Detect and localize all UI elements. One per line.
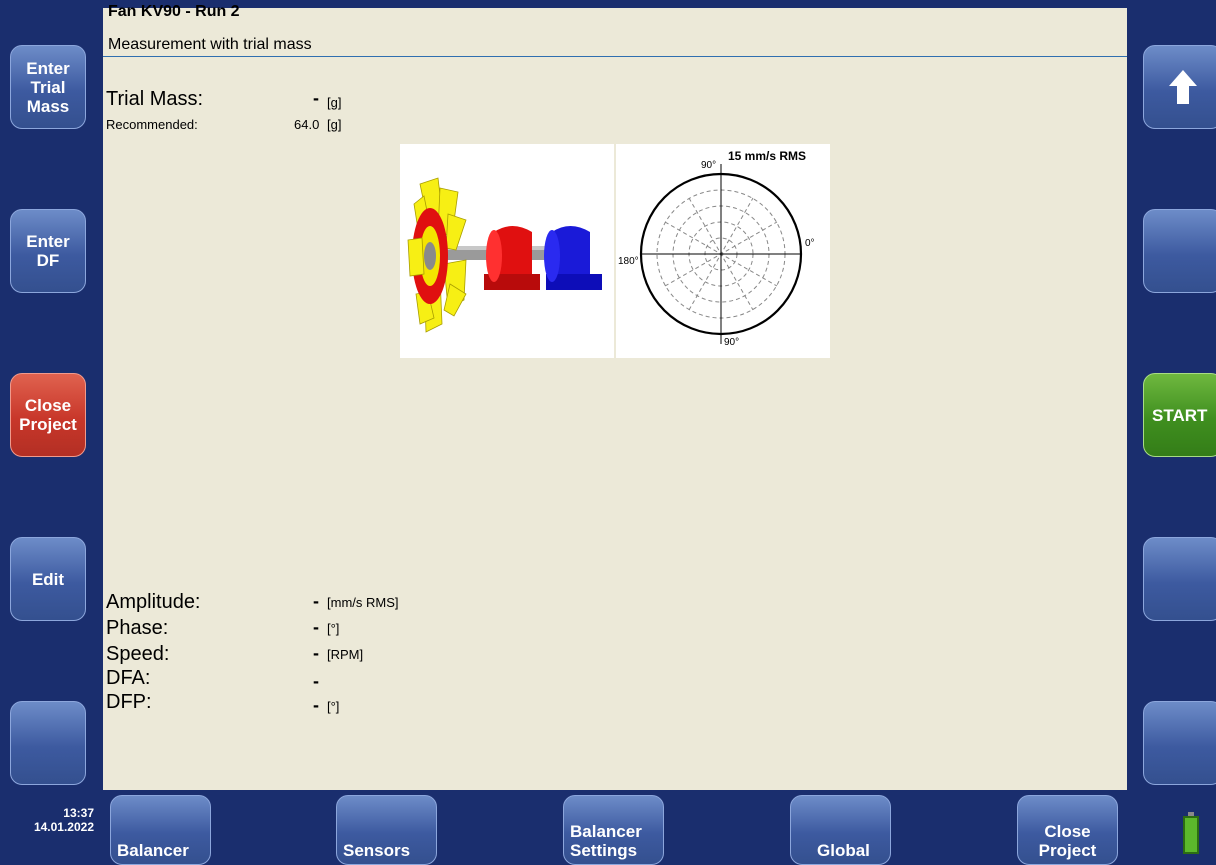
- polar-angle-left: 180°: [618, 256, 639, 267]
- clock-date: 14.01.2022: [33, 820, 94, 834]
- enter-df-label: Enter DF: [26, 232, 70, 270]
- start-button[interactable]: START: [1143, 373, 1216, 457]
- right-blank-button-2[interactable]: [1143, 537, 1216, 621]
- balancer-settings-tab-label: Balancer Settings: [570, 822, 642, 860]
- enter-trial-mass-label: Enter Trial Mass: [26, 58, 70, 116]
- speed-label: Speed:: [106, 643, 170, 665]
- amplitude-unit: [mm/s RMS]: [327, 595, 399, 610]
- polar-plot: 90° 15 mm/s RMS 0° 180° 90°: [616, 144, 830, 358]
- dfp-value: -: [313, 695, 319, 715]
- close-project-tab-label: Close Project: [1038, 822, 1097, 860]
- dfa-value: -: [313, 671, 319, 691]
- start-label: START: [1152, 405, 1208, 425]
- trial-mass-label: Trial Mass:: [106, 88, 204, 110]
- recommended-label: Recommended:: [106, 117, 198, 132]
- speed-unit: [RPM]: [327, 647, 364, 662]
- close-project-side-button[interactable]: Close Project: [10, 373, 86, 457]
- trial-mass-value: -: [313, 88, 319, 108]
- page-title: Fan KV90 - Run 2: [108, 3, 240, 20]
- amplitude-label: Amplitude:: [106, 591, 201, 613]
- right-blank-button-3[interactable]: [1143, 701, 1216, 785]
- amplitude-value: -: [313, 591, 319, 611]
- polar-scale-label: 15 mm/s RMS: [728, 149, 806, 163]
- balancer-settings-tab[interactable]: Balancer Settings: [563, 795, 664, 865]
- polar-angle-right: 0°: [805, 238, 815, 249]
- balancer-tab-label: Balancer: [117, 841, 189, 860]
- battery-icon: [1183, 812, 1199, 854]
- enter-trial-mass-button[interactable]: Enter Trial Mass: [10, 45, 86, 129]
- dfp-unit: [°]: [327, 699, 340, 714]
- polar-angle-top: 90°: [701, 160, 716, 171]
- global-tab[interactable]: Global: [790, 795, 891, 865]
- right-blank-button-1[interactable]: [1143, 209, 1216, 293]
- page-subtitle: Measurement with trial mass: [108, 36, 312, 53]
- polar-angle-bottom: 90°: [724, 337, 739, 348]
- global-tab-label: Global: [817, 841, 870, 860]
- clock: 13:37 14.01.2022: [8, 806, 94, 834]
- phase-label: Phase:: [106, 617, 169, 639]
- recommended-value: 64.0: [294, 117, 320, 132]
- speed-value: -: [313, 643, 319, 663]
- close-project-side-label: Close Project: [19, 396, 77, 434]
- edit-button[interactable]: Edit: [10, 537, 86, 621]
- sensors-tab[interactable]: Sensors: [336, 795, 437, 865]
- header-divider: [103, 56, 1127, 57]
- recommended-unit: [g]: [327, 117, 342, 132]
- clock-time: 13:37: [63, 806, 94, 820]
- edit-label: Edit: [31, 569, 65, 589]
- enter-df-button[interactable]: Enter DF: [10, 209, 86, 293]
- rotor-diagram: [400, 144, 614, 358]
- left-blank-button[interactable]: [10, 701, 86, 785]
- fan-rotor-illustration: [407, 177, 602, 333]
- arrow-up-icon: [1169, 70, 1197, 104]
- dfa-label: DFA:: [106, 667, 151, 689]
- sensors-tab-label: Sensors: [343, 841, 411, 860]
- device-frame: Fan KV90 - Run 2 Measurement with trial …: [0, 0, 1216, 865]
- scroll-up-button[interactable]: [1143, 45, 1216, 129]
- balancer-tab[interactable]: Balancer: [110, 795, 211, 865]
- trial-mass-unit: [g]: [327, 95, 342, 110]
- main-panel: Fan KV90 - Run 2 Measurement with trial …: [103, 3, 1127, 790]
- close-project-tab[interactable]: Close Project: [1017, 795, 1118, 865]
- polar-chart: 90° 15 mm/s RMS 0° 180° 90°: [618, 149, 815, 348]
- phase-value: -: [313, 617, 319, 637]
- dfp-label: DFP:: [106, 691, 152, 713]
- phase-unit: [°]: [327, 621, 340, 636]
